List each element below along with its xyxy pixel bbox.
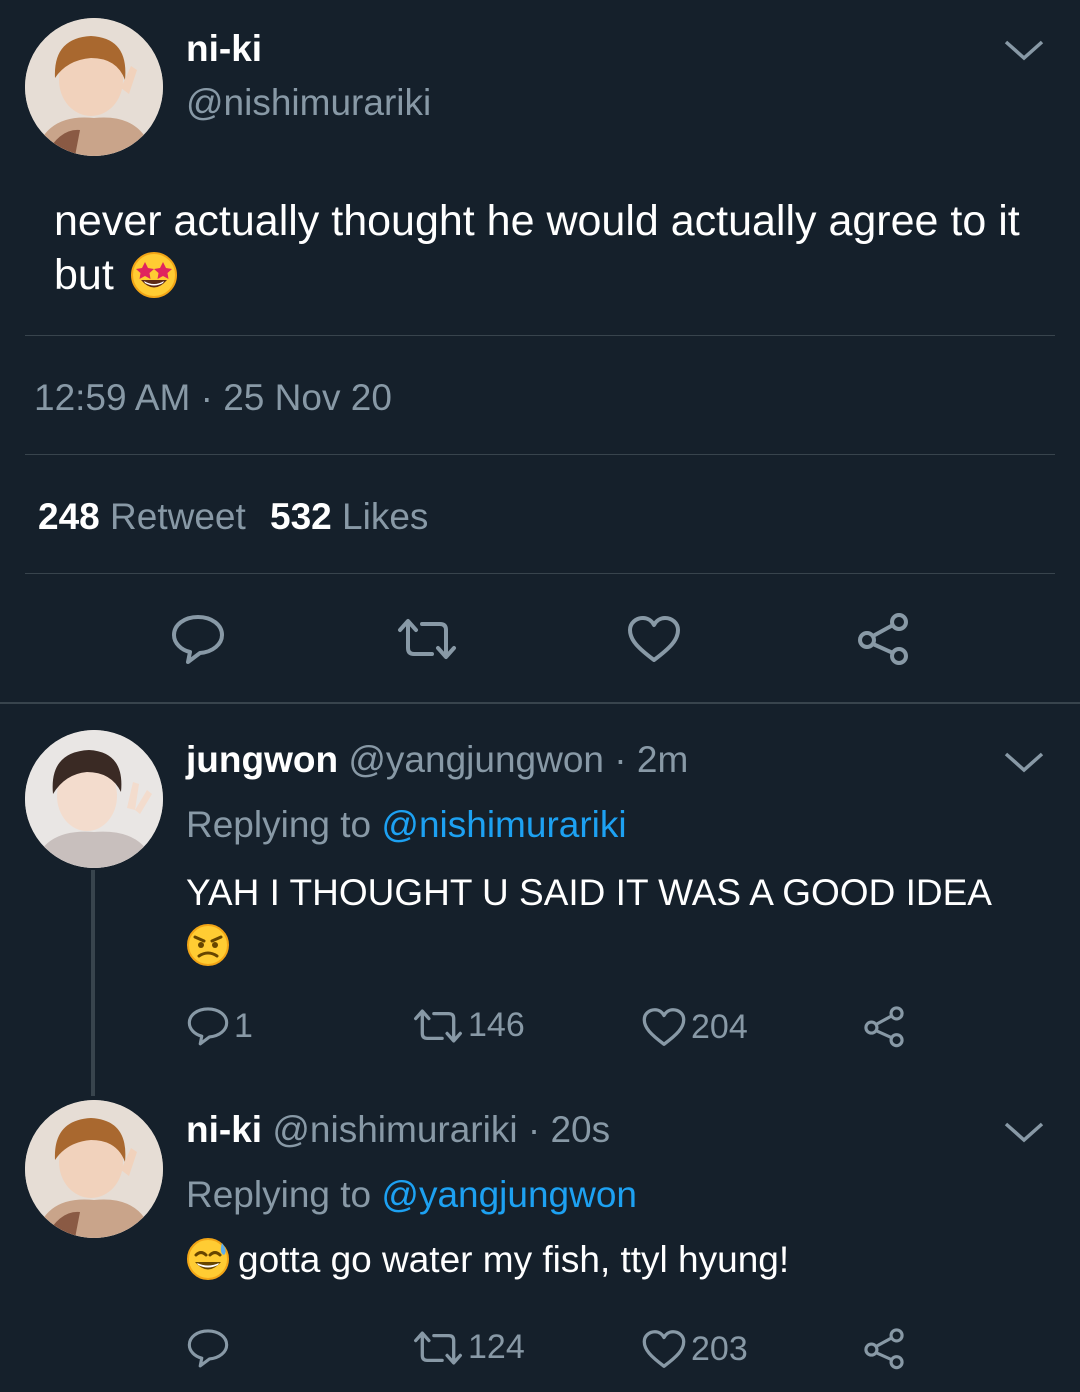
reply-text: gotta go water my fish, ttyl hyung! (186, 1236, 1036, 1284)
retweet-count: 146 (468, 1006, 525, 1044)
divider (25, 454, 1055, 455)
chevron-down-icon[interactable] (1002, 1120, 1046, 1146)
like-button[interactable] (626, 614, 682, 664)
like-count: 204 (691, 1007, 748, 1046)
share-button[interactable] (862, 1326, 906, 1370)
replying-to-link[interactable]: @nishimurariki (381, 804, 626, 845)
reply-button[interactable] (170, 612, 226, 666)
reply-count: 1 (234, 1006, 253, 1045)
angry-face-emoji (187, 924, 229, 967)
reply-display-name[interactable]: ni-ki (186, 1109, 262, 1150)
replying-to: Replying to @yangjungwon (186, 1174, 638, 1215)
replying-to-link[interactable]: @yangjungwon (381, 1174, 637, 1215)
share-icon (858, 613, 908, 665)
share-icon (864, 1328, 904, 1370)
main-display-name[interactable]: ni-ki (186, 28, 262, 70)
likes-stat[interactable]: 532 Likes (270, 496, 428, 537)
reply-display-name[interactable]: jungwon (186, 739, 338, 780)
like-button[interactable]: 204 (641, 1006, 748, 1048)
reply-header: ni-ki @nishimurariki · 20s (186, 1109, 611, 1150)
heart-icon (628, 616, 680, 662)
heart-icon (642, 1008, 686, 1046)
divider (25, 335, 1055, 336)
retweet-button[interactable]: 124 (412, 1328, 525, 1367)
heart-icon (642, 1330, 686, 1368)
reply-age[interactable]: 2m (637, 739, 688, 780)
replying-to: Replying to @nishimurariki (186, 804, 627, 845)
main-handle[interactable]: @nishimurariki (186, 82, 431, 124)
reply-icon (187, 1007, 229, 1046)
thread-line (91, 870, 95, 1096)
retweet-icon (414, 1008, 462, 1043)
avatar-niki[interactable] (25, 18, 163, 156)
share-button[interactable] (855, 610, 911, 666)
tweet-timestamp: 12:59 AM · 25 Nov 20 (34, 377, 392, 418)
retweet-button[interactable]: 146 (412, 1006, 525, 1045)
share-button[interactable] (862, 1004, 906, 1048)
reply-handle[interactable]: @yangjungwon (348, 739, 604, 780)
avatar-jungwon[interactable] (25, 730, 163, 868)
main-tweet-text: never actually thought he would actually… (54, 197, 1020, 299)
tweet-stats: 248 Retweet 532 Likes (38, 496, 428, 538)
retweets-stat[interactable]: 248 Retweet (38, 496, 256, 537)
star-struck-emoji (130, 251, 177, 298)
divider (25, 573, 1055, 574)
retweet-icon (398, 619, 456, 659)
retweet-icon (414, 1330, 462, 1365)
retweet-button[interactable] (396, 616, 458, 662)
reply-icon (187, 1329, 229, 1368)
reply-text: YAH I THOUGHT U SAID IT WAS A GOOD IDEA (186, 869, 1036, 967)
reply-age[interactable]: 20s (550, 1109, 610, 1150)
reply-header: jungwon @yangjungwon · 2m (186, 739, 689, 780)
divider (0, 702, 1080, 704)
like-button[interactable]: 203 (641, 1328, 748, 1370)
reply-button[interactable] (186, 1327, 230, 1369)
avatar-niki[interactable] (25, 1100, 163, 1238)
retweet-count: 124 (468, 1328, 525, 1366)
reply-button[interactable]: 1 (186, 1005, 253, 1047)
chevron-down-icon[interactable] (1002, 38, 1046, 64)
like-count: 203 (691, 1329, 748, 1368)
grinning-sweat-emoji (187, 1238, 229, 1281)
reply-handle[interactable]: @nishimurariki (272, 1109, 517, 1150)
share-icon (864, 1006, 904, 1048)
chevron-down-icon[interactable] (1002, 750, 1046, 776)
reply-icon (172, 615, 224, 664)
